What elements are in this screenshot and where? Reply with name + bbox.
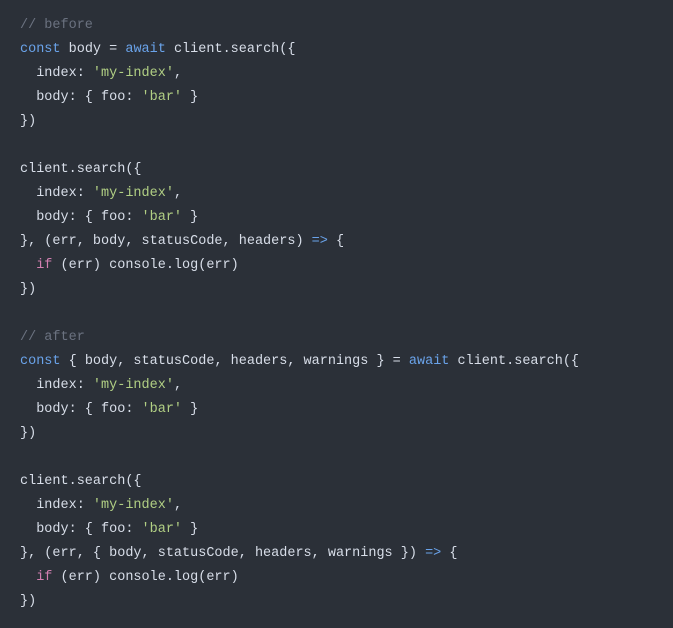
code-token: body: { foo: xyxy=(20,402,142,417)
code-token: }) xyxy=(20,282,36,297)
code-token: client.search({ xyxy=(20,162,142,177)
code-token: , xyxy=(174,66,182,81)
code-token: , xyxy=(174,186,182,201)
code-token: 'bar' xyxy=(142,90,183,105)
code-token: 'bar' xyxy=(142,402,183,417)
code-line: index: 'my-index', xyxy=(20,62,653,86)
code-token: client.search({ xyxy=(20,474,142,489)
code-token: if xyxy=(36,258,52,273)
code-token: } xyxy=(182,90,198,105)
code-token: 'my-index' xyxy=(93,498,174,513)
code-line: index: 'my-index', xyxy=(20,374,653,398)
code-token: => xyxy=(312,234,328,249)
code-line: const body = await client.search({ xyxy=(20,38,653,62)
code-token: index: xyxy=(20,378,93,393)
code-token: 'my-index' xyxy=(93,66,174,81)
code-token: body xyxy=(61,42,110,57)
code-block: // before const body = await client.searc… xyxy=(20,14,653,614)
code-token: , xyxy=(174,378,182,393)
code-token: await xyxy=(409,354,450,369)
code-token: if xyxy=(36,570,52,585)
code-token: // after xyxy=(20,330,85,345)
code-line: }, (err, body, statusCode, headers) => { xyxy=(20,230,653,254)
code-line: client.search({ xyxy=(20,470,653,494)
code-line: // after xyxy=(20,326,653,350)
code-token xyxy=(20,570,36,585)
code-token: }) xyxy=(20,426,36,441)
code-token: 'bar' xyxy=(142,522,183,537)
code-token: body: { foo: xyxy=(20,90,142,105)
code-line: body: { foo: 'bar' } xyxy=(20,518,653,542)
code-line: // before xyxy=(20,14,653,38)
code-token: const xyxy=(20,42,61,57)
code-line: body: { foo: 'bar' } xyxy=(20,86,653,110)
code-token: { xyxy=(441,546,457,561)
code-line xyxy=(20,302,653,326)
code-line: if (err) console.log(err) xyxy=(20,566,653,590)
code-line: }) xyxy=(20,422,653,446)
code-token: index: xyxy=(20,66,93,81)
code-token: // before xyxy=(20,18,93,33)
code-line: body: { foo: 'bar' } xyxy=(20,206,653,230)
code-token: client.search({ xyxy=(449,354,579,369)
code-line: body: { foo: 'bar' } xyxy=(20,398,653,422)
code-token: 'my-index' xyxy=(93,186,174,201)
code-token: 'my-index' xyxy=(93,378,174,393)
code-token xyxy=(20,258,36,273)
code-token: 'bar' xyxy=(142,210,183,225)
code-line: if (err) console.log(err) xyxy=(20,254,653,278)
code-token: index: xyxy=(20,186,93,201)
code-token: }) xyxy=(20,594,36,609)
code-token xyxy=(401,354,409,369)
code-token: => xyxy=(425,546,441,561)
code-line: }, (err, { body, statusCode, headers, wa… xyxy=(20,542,653,566)
code-token: = xyxy=(393,354,401,369)
code-line: index: 'my-index', xyxy=(20,494,653,518)
code-line: client.search({ xyxy=(20,158,653,182)
code-line: const { body, statusCode, headers, warni… xyxy=(20,350,653,374)
code-token: } xyxy=(182,522,198,537)
code-line: }) xyxy=(20,278,653,302)
code-token: (err) console.log(err) xyxy=(52,570,238,585)
code-token: const xyxy=(20,354,61,369)
code-token: (err) console.log(err) xyxy=(52,258,238,273)
code-token: client.search({ xyxy=(166,42,296,57)
code-token: index: xyxy=(20,498,93,513)
code-line: index: 'my-index', xyxy=(20,182,653,206)
code-token: }, (err, body, statusCode, headers) xyxy=(20,234,312,249)
code-line xyxy=(20,134,653,158)
code-token: { xyxy=(328,234,344,249)
code-token: body: { foo: xyxy=(20,210,142,225)
code-token: }) xyxy=(20,114,36,129)
code-line xyxy=(20,446,653,470)
code-token: { body, statusCode, headers, warnings } xyxy=(61,354,393,369)
code-token: await xyxy=(125,42,166,57)
code-token: } xyxy=(182,402,198,417)
code-line: }) xyxy=(20,110,653,134)
code-token: body: { foo: xyxy=(20,522,142,537)
code-token: }, (err, { body, statusCode, headers, wa… xyxy=(20,546,425,561)
code-token: , xyxy=(174,498,182,513)
code-token: } xyxy=(182,210,198,225)
code-line: }) xyxy=(20,590,653,614)
